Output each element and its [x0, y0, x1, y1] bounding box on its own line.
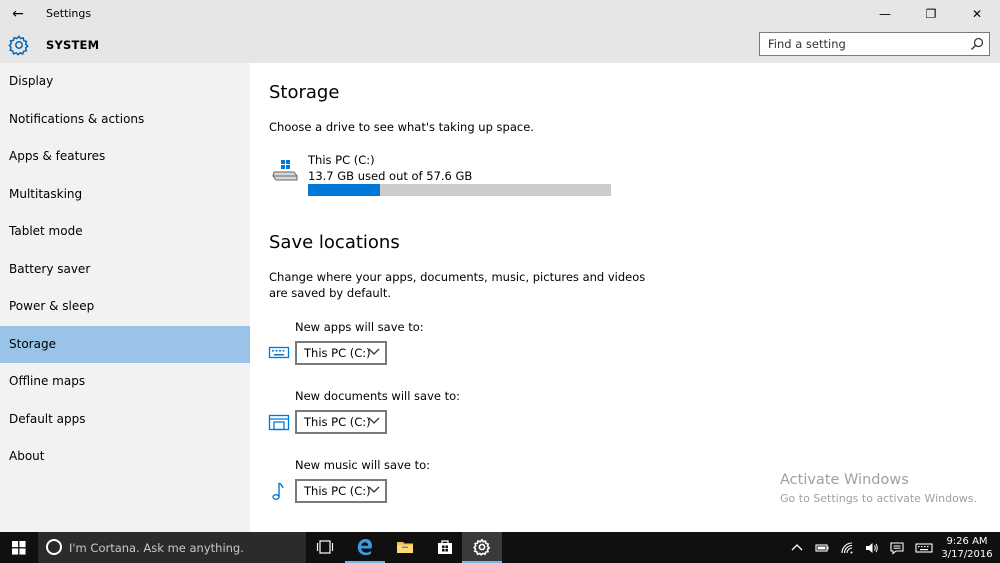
folder-icon — [397, 542, 413, 553]
touch-keyboard-icon[interactable] — [915, 541, 933, 555]
action-center-icon[interactable] — [890, 541, 904, 555]
back-button[interactable]: ← — [6, 3, 30, 25]
maximize-button[interactable]: ❐ — [908, 0, 954, 28]
drive-name[interactable]: This PC (C:) — [308, 153, 375, 167]
sidebar-item-about[interactable]: About — [0, 438, 250, 475]
sidebar-item-default-apps[interactable]: Default apps — [0, 401, 250, 438]
cortana-search-box[interactable]: I'm Cortana. Ask me anything. — [38, 532, 306, 563]
minimize-button[interactable]: — — [862, 0, 908, 28]
sidebar-item-power-sleep[interactable]: Power & sleep — [0, 288, 250, 325]
file-explorer-taskbar-button[interactable] — [385, 532, 425, 563]
sidebar-item-apps-features[interactable]: Apps & features — [0, 138, 250, 175]
sidebar-item-tablet-mode[interactable]: Tablet mode — [0, 213, 250, 250]
sidebar-item-storage[interactable]: Storage — [0, 325, 250, 363]
taskbar-clock[interactable]: 9:26 AM 3/17/2016 — [936, 535, 998, 561]
sidebar-item-label: Display — [9, 74, 54, 88]
music-note-icon — [272, 482, 284, 500]
drive-usage: 13.7 GB used out of 57.6 GB — [308, 169, 473, 183]
task-view-icon — [316, 540, 334, 554]
search-icon[interactable] — [969, 36, 985, 52]
chevron-down-icon — [368, 486, 380, 493]
search-box[interactable] — [759, 32, 990, 56]
edge-icon — [357, 539, 372, 556]
battery-icon[interactable] — [815, 541, 829, 555]
apps-save-label: New apps will save to: — [295, 320, 424, 334]
documents-save-label: New documents will save to: — [295, 389, 461, 403]
activation-watermark-title: Activate Windows — [780, 472, 909, 488]
chevron-up-icon[interactable] — [790, 541, 804, 555]
sidebar-item-multitasking[interactable]: Multitasking — [0, 176, 250, 213]
volume-icon[interactable] — [865, 541, 879, 555]
task-view-button[interactable] — [305, 532, 345, 563]
save-locations-description-line1: Change where your apps, documents, music… — [269, 270, 646, 284]
dropdown-value: This PC (C:) — [304, 346, 371, 360]
documents-save-location-dropdown[interactable]: This PC (C:) — [295, 410, 387, 434]
title-bar: ← Settings — ❐ ✕ — [0, 0, 1000, 28]
storage-progress-bar — [308, 184, 611, 196]
activation-watermark-subtitle: Go to Settings to activate Windows. — [780, 492, 978, 505]
storage-heading: Storage — [269, 82, 340, 103]
sidebar: Display Notifications & actions Apps & f… — [0, 63, 250, 532]
sidebar-item-label: Storage — [9, 336, 56, 351]
sidebar-item-display[interactable]: Display — [0, 63, 250, 100]
clock-time: 9:26 AM — [946, 536, 988, 547]
windows-logo-icon — [12, 541, 26, 555]
store-bag-icon — [438, 540, 452, 554]
edge-taskbar-button[interactable] — [345, 532, 385, 563]
start-button[interactable] — [0, 532, 38, 563]
sidebar-item-label: Default apps — [9, 411, 86, 426]
sidebar-item-label: Notifications & actions — [9, 111, 145, 126]
sidebar-item-label: Multitasking — [9, 186, 83, 201]
restore-icon: ❐ — [925, 7, 937, 21]
sidebar-item-label: Battery saver — [9, 261, 91, 276]
chevron-down-icon — [368, 348, 380, 355]
close-icon: ✕ — [971, 7, 983, 21]
sidebar-item-label: Apps & features — [9, 149, 106, 163]
taskbar: I'm Cortana. Ask me anything. 9:26 AM 3/… — [0, 532, 1000, 563]
clock-date: 3/17/2016 — [941, 549, 993, 560]
gear-icon — [473, 538, 491, 556]
dropdown-value: This PC (C:) — [304, 415, 371, 429]
music-save-label: New music will save to: — [295, 458, 431, 472]
settings-header: SYSTEM — [0, 28, 1000, 63]
app-title: Settings — [46, 7, 92, 20]
save-locations-heading: Save locations — [269, 232, 400, 253]
cortana-icon — [46, 539, 62, 555]
section-title: SYSTEM — [46, 38, 100, 52]
back-arrow-icon: ← — [12, 6, 24, 22]
music-save-location-dropdown[interactable]: This PC (C:) — [295, 479, 387, 503]
sidebar-item-offline-maps[interactable]: Offline maps — [0, 363, 250, 400]
search-input[interactable] — [760, 33, 960, 55]
drive-icon[interactable] — [272, 159, 298, 183]
close-button[interactable]: ✕ — [954, 0, 1000, 28]
store-taskbar-button[interactable] — [425, 532, 465, 563]
sidebar-item-label: Tablet mode — [9, 224, 83, 238]
minimize-icon: — — [879, 7, 891, 21]
sidebar-item-notifications[interactable]: Notifications & actions — [0, 101, 250, 138]
apps-save-location-dropdown[interactable]: This PC (C:) — [295, 341, 387, 365]
sidebar-item-battery-saver[interactable]: Battery saver — [0, 251, 250, 288]
documents-folder-icon — [268, 414, 290, 431]
sidebar-item-label: About — [9, 449, 45, 463]
storage-description: Choose a drive to see what's taking up s… — [269, 120, 534, 134]
save-locations-description-line2: are saved by default. — [269, 286, 392, 300]
settings-taskbar-button[interactable] — [462, 532, 502, 563]
sidebar-item-label: Power & sleep — [9, 299, 95, 313]
chevron-down-icon — [368, 417, 380, 424]
gear-icon — [8, 35, 29, 56]
content-pane: Storage Choose a drive to see what's tak… — [250, 63, 1000, 532]
storage-progress-fill — [308, 184, 381, 196]
cortana-placeholder: I'm Cortana. Ask me anything. — [69, 541, 244, 555]
keyboard-icon — [268, 346, 290, 359]
dropdown-value: This PC (C:) — [304, 484, 371, 498]
sidebar-item-label: Offline maps — [9, 374, 86, 388]
wifi-icon[interactable] — [840, 541, 854, 555]
